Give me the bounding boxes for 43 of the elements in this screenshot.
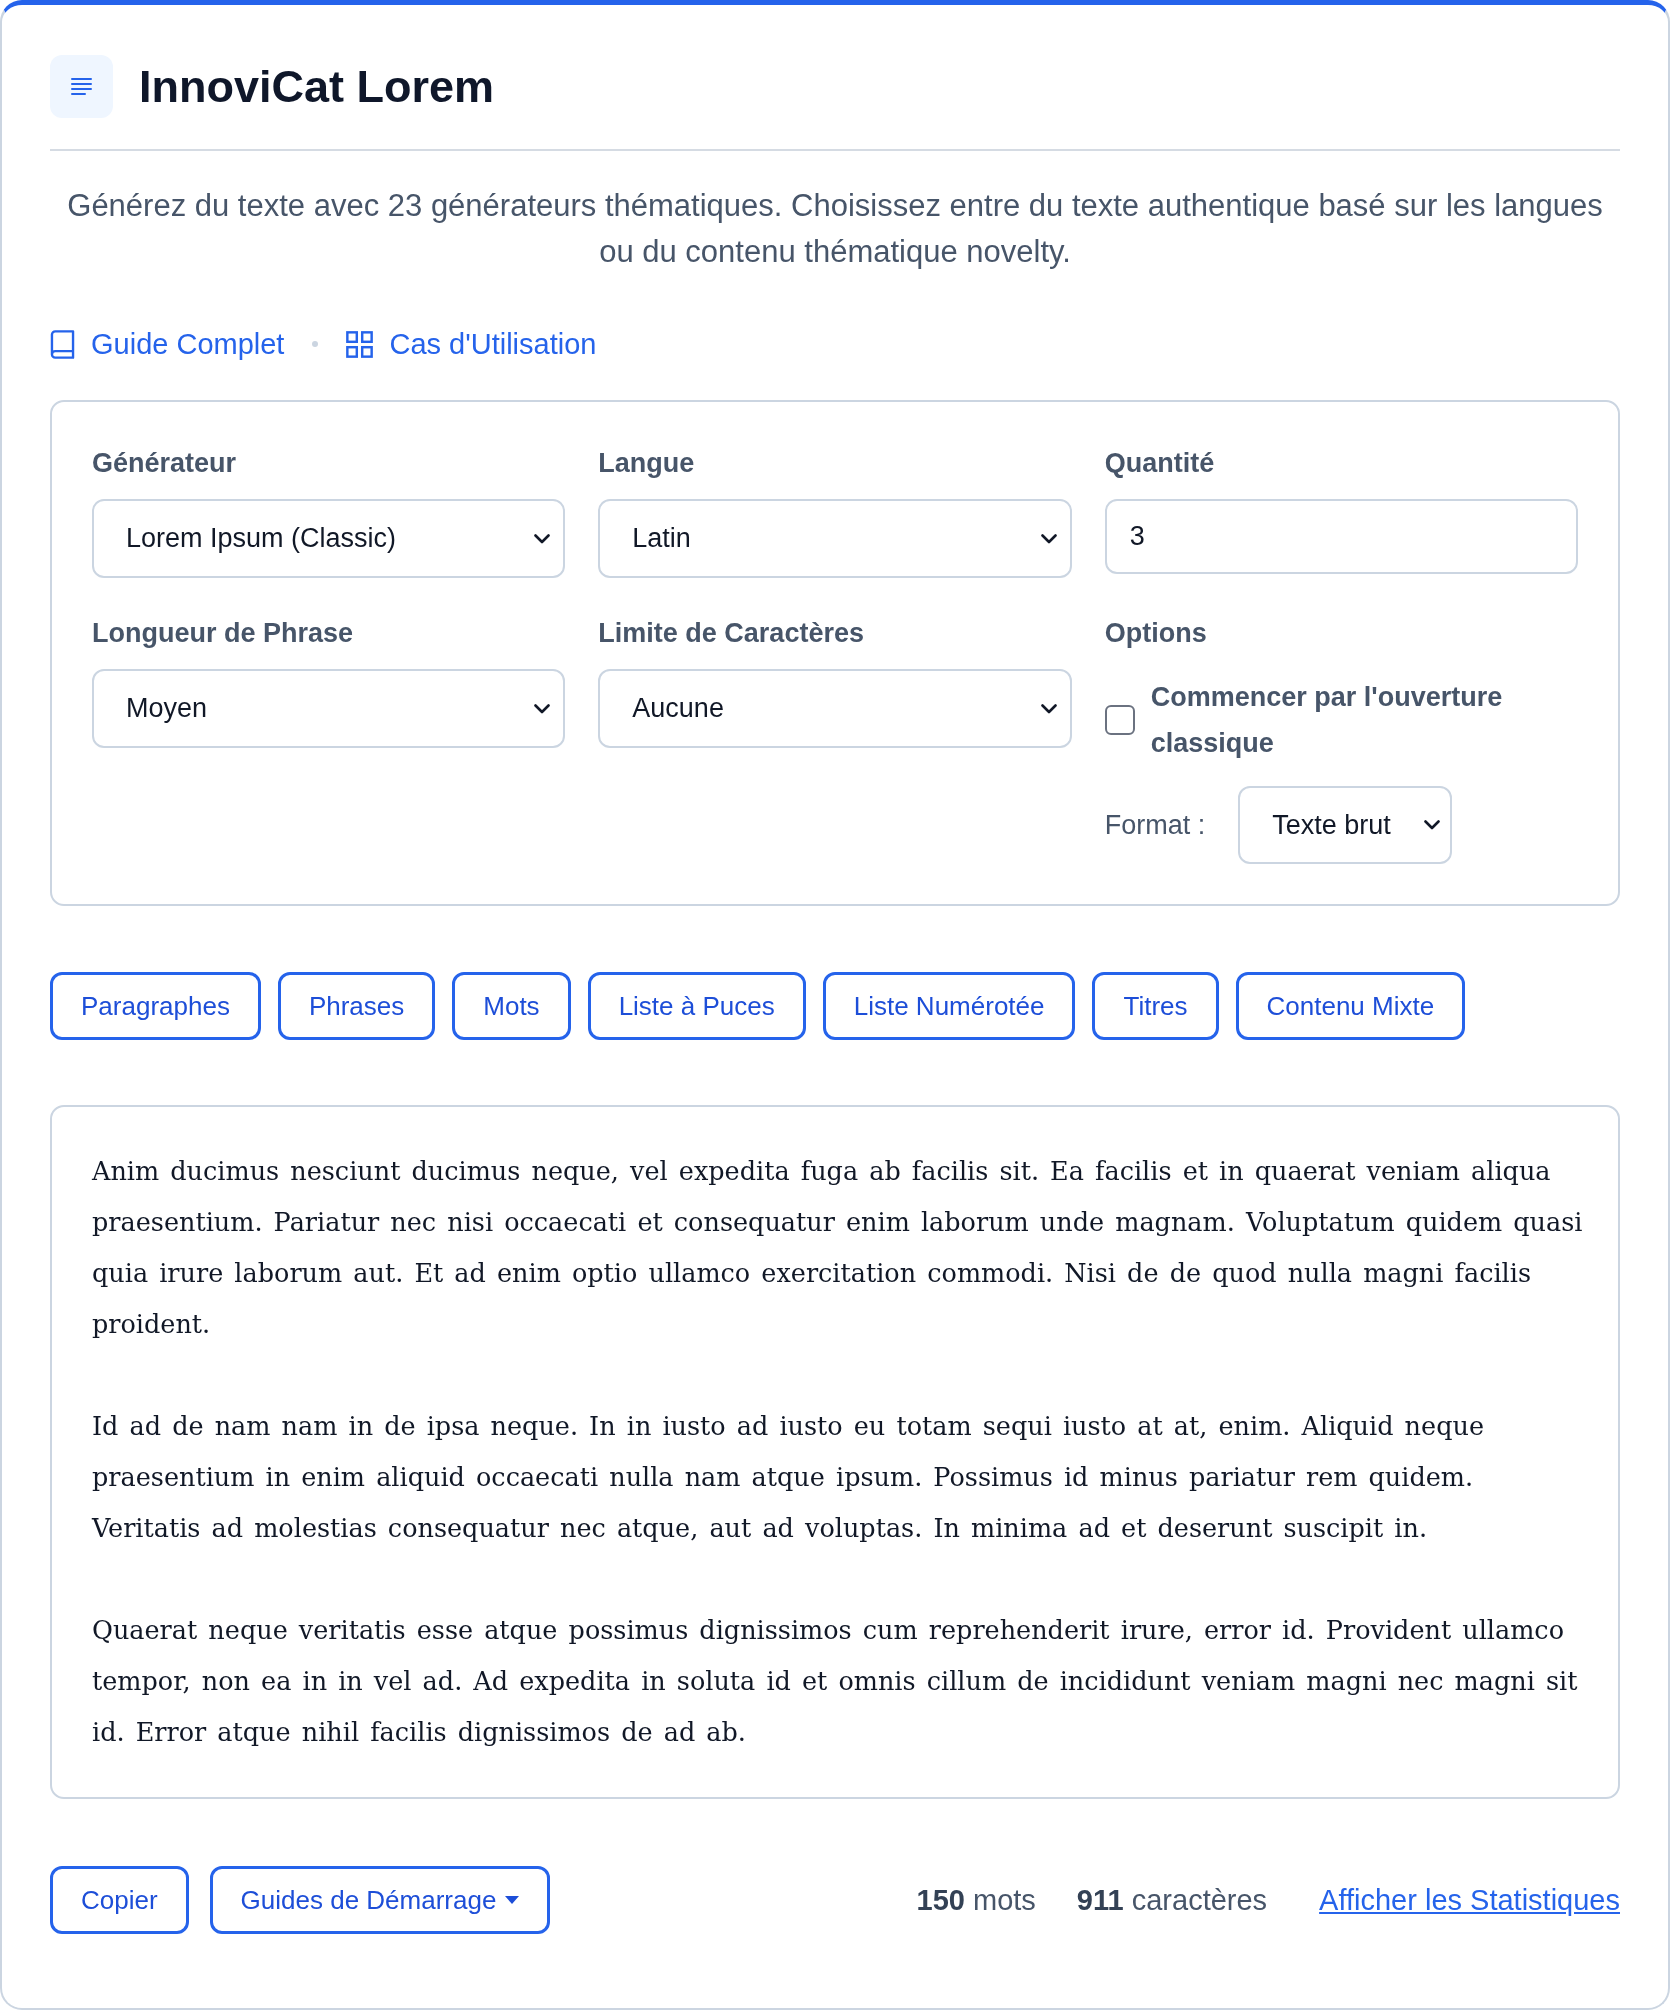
field-label: Quantité (1104, 447, 1216, 480)
select-field[interactable]: Aucune (598, 669, 1072, 748)
chevron-down-icon (1424, 820, 1441, 830)
dropdown-button[interactable]: Guides de Démarrage (209, 1866, 551, 1934)
stat-count: 911 caractères (1076, 1883, 1268, 1918)
format-button[interactable]: Mots (452, 972, 571, 1040)
output-paragraph: Anim ducimus nesciunt ducimus neque, vel expedita fuga ab facilis sit. Ea facilis et in quaerat veniam aliqua praesentium. Pariatur nec nisi occaecati et consequatur enim laborum unde magnam. Voluptatum quidem quasi quia irure laborum aut. Et ad enim optio ullamco exercitation commodi. Nisi de de quod nulla magni facilis proident. (92, 1155, 1584, 1341)
field-label: Générateur (92, 447, 238, 480)
format-select[interactable]: Texte brut (1238, 786, 1453, 864)
select-field[interactable]: Latin (598, 499, 1072, 578)
format-label: Format : (1104, 809, 1206, 842)
checkbox[interactable] (1104, 705, 1135, 735)
field-label: Options (1104, 617, 1208, 650)
format-button[interactable]: Liste à Puces (587, 972, 806, 1040)
format-button[interactable]: Paragraphes (50, 972, 261, 1040)
field-label: Limite de Caractères (598, 617, 865, 650)
text-lines-icon (50, 55, 113, 118)
select-field[interactable]: Lorem Ipsum (Classic) (92, 499, 566, 578)
app-title: InnoviCat Lorem (139, 59, 495, 114)
description: Générez du texte avec 23 générateurs thématiques. Choisissez entre du texte authentique basé sur les langues ou du contenu thématique novelty. (66, 187, 1604, 271)
checkbox-label: Commencer par l'ouverture classique (1150, 681, 1504, 760)
field-label: Longueur de Phrase (92, 617, 355, 650)
chevron-down-icon (534, 703, 551, 714)
output-paragraph: Id ad de nam nam in de ipsa neque. In in iusto ad iusto eu totam sequi iusto at at, enim. Aliquid neque praesentium in enim aliquid occaecati nulla nam atque ipsum. Possimus id minus pariatur rem quidem. Veritatis ad molestias consequatur nec atque, aut ad voluptas. In minima ad et deserunt suscipit in. (92, 1410, 1485, 1545)
format-button[interactable]: Titres (1092, 972, 1219, 1040)
header-link[interactable]: Guide Complet (50, 326, 285, 362)
field-label: Langue (598, 447, 696, 480)
grid-icon (346, 330, 374, 358)
stat-count: 150 mots (916, 1883, 1036, 1918)
chevron-down-icon (1040, 703, 1057, 714)
format-button[interactable]: Contenu Mixte (1235, 972, 1466, 1040)
caret-down-icon (505, 1896, 520, 1904)
format-button[interactable]: Liste Numérotée (822, 972, 1076, 1040)
output-paragraph: Quaerat neque veritatis esse atque possimus dignissimos cum reprehenderit irure, error id. Provident ullamco tempor, non ea in in vel ad. Ad expedita in soluta id et omnis cillum de incididunt veniam magni nec magni sit id. Error atque nihil facilis dignissimos de ad ab. (92, 1614, 1579, 1749)
chevron-down-icon (1040, 533, 1057, 544)
format-button[interactable]: Phrases (277, 972, 436, 1040)
chevron-down-icon (534, 533, 551, 544)
book-icon (50, 329, 75, 359)
select-field[interactable]: Moyen (92, 669, 566, 748)
header-link[interactable]: Cas d'Utilisation (346, 326, 597, 362)
statistics-link[interactable]: Afficher les Statistiques (1319, 1882, 1620, 1918)
number-input[interactable]: 3 (1104, 499, 1578, 574)
copy-button[interactable]: Copier (50, 1866, 189, 1934)
